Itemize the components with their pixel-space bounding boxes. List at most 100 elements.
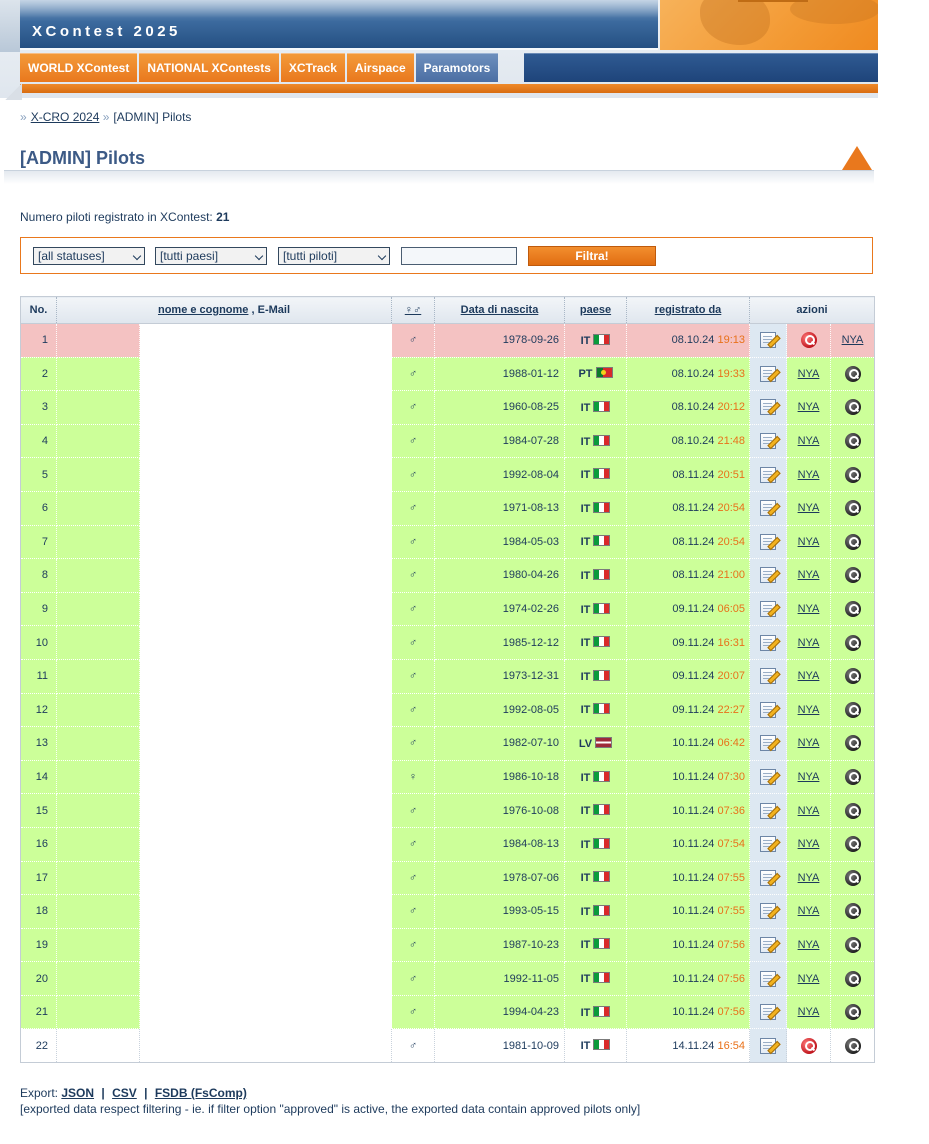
export-json-link[interactable]: JSON (61, 1086, 94, 1100)
action-cell: NYA (786, 928, 831, 963)
country-select[interactable]: [tutti paesi] (155, 247, 267, 265)
nya-link[interactable]: NYA (798, 838, 820, 850)
edit-icon[interactable] (760, 769, 776, 786)
magnifier-icon[interactable] (844, 936, 861, 953)
site-title[interactable]: XContest 2025 (32, 23, 181, 40)
birth-date: 1974-02-26 (434, 592, 565, 627)
status-select[interactable]: [all statuses] (33, 247, 145, 265)
magnifier-icon[interactable] (844, 970, 861, 987)
magnifier-icon[interactable] (844, 365, 861, 382)
magnifier-icon[interactable] (844, 802, 861, 819)
filter-text-input[interactable] (401, 247, 517, 265)
nya-link[interactable]: NYA (798, 939, 820, 951)
edit-icon[interactable] (760, 567, 776, 584)
nya-link[interactable]: NYA (798, 536, 820, 548)
magnifier-icon[interactable] (844, 735, 861, 752)
nya-link[interactable]: NYA (798, 469, 820, 481)
magnifier-icon[interactable] (844, 567, 861, 584)
registered-at: 08.11.24 20:51 (626, 457, 750, 492)
country-code: IT (580, 805, 591, 818)
edit-icon[interactable] (760, 869, 776, 886)
edit-icon[interactable] (760, 970, 776, 987)
magnifier-icon[interactable] (844, 533, 861, 550)
flag-icon (593, 703, 611, 715)
export-fsdb-link[interactable]: FSDB (FsComp) (155, 1086, 247, 1100)
magnifier-icon[interactable] (844, 466, 861, 483)
edit-icon[interactable] (760, 533, 776, 550)
edit-icon[interactable] (760, 802, 776, 819)
sort-by-sex-link[interactable]: ♀♂ (405, 304, 422, 316)
action-cell (830, 558, 876, 593)
magnifier-icon[interactable] (844, 601, 861, 618)
red-magnifier-icon[interactable] (800, 332, 817, 349)
edit-cell (749, 357, 787, 392)
magnifier-icon[interactable] (844, 500, 861, 517)
edit-icon[interactable] (760, 466, 776, 483)
magnifier-icon[interactable] (844, 399, 861, 416)
nav-tab-national-xcontests[interactable]: NATIONAL XContests (139, 53, 279, 82)
nya-link[interactable]: NYA (798, 973, 820, 985)
edit-icon[interactable] (760, 500, 776, 517)
sort-by-name-link[interactable]: nome e cognome (158, 304, 248, 316)
pilots-select[interactable]: [tutti piloti] (278, 247, 390, 265)
nya-link[interactable]: NYA (798, 368, 820, 380)
magnifier-icon[interactable] (844, 433, 861, 450)
nav-tab-airspace[interactable]: Airspace (346, 53, 414, 82)
edit-icon[interactable] (760, 399, 776, 416)
edit-icon[interactable] (760, 365, 776, 382)
edit-icon[interactable] (760, 332, 776, 349)
nya-link[interactable]: NYA (798, 805, 820, 817)
nya-link[interactable]: NYA (798, 670, 820, 682)
sort-by-birth-link[interactable]: Data di nascita (461, 304, 539, 316)
edit-icon[interactable] (760, 601, 776, 618)
edit-icon[interactable] (760, 668, 776, 685)
nya-link[interactable]: NYA (798, 905, 820, 917)
nya-link[interactable]: NYA (798, 737, 820, 749)
magnifier-icon[interactable] (844, 1004, 861, 1021)
sort-by-country-link[interactable]: paese (580, 304, 611, 316)
breadcrumb-link-x-cro-2024[interactable]: X-CRO 2024 (31, 110, 100, 124)
nya-link[interactable]: NYA (798, 1006, 820, 1018)
nya-link[interactable]: NYA (842, 334, 864, 346)
header-banner[interactable]: XContest 2025 (20, 0, 658, 50)
edit-icon[interactable] (760, 1037, 776, 1054)
sex-symbol: ♂ (391, 894, 435, 929)
magnifier-icon[interactable] (844, 1037, 861, 1054)
birth-date: 1987-10-23 (434, 928, 565, 963)
nya-link[interactable]: NYA (798, 603, 820, 615)
magnifier-icon[interactable] (844, 869, 861, 886)
red-magnifier-icon[interactable] (800, 1037, 817, 1054)
row-number: 19 (20, 928, 57, 963)
edit-icon[interactable] (760, 701, 776, 718)
magnifier-icon[interactable] (844, 668, 861, 685)
country-cell: IT (564, 861, 627, 896)
nav-tab-world-xcontest[interactable]: WORLD XContest (20, 53, 138, 82)
edit-icon[interactable] (760, 634, 776, 651)
filter-button[interactable]: Filtra! (528, 246, 656, 266)
nya-link[interactable]: NYA (798, 435, 820, 447)
magnifier-icon[interactable] (844, 634, 861, 651)
magnifier-icon[interactable] (844, 769, 861, 786)
edit-icon[interactable] (760, 735, 776, 752)
edit-icon[interactable] (760, 836, 776, 853)
sort-by-registered-link[interactable]: registrato da (655, 304, 722, 316)
nya-link[interactable]: NYA (798, 637, 820, 649)
country-code: IT (580, 502, 591, 515)
magnifier-icon[interactable] (844, 701, 861, 718)
nya-link[interactable]: NYA (798, 704, 820, 716)
edit-icon[interactable] (760, 1004, 776, 1021)
nav-tab-xctrack[interactable]: XCTrack (280, 53, 345, 82)
export-csv-link[interactable]: CSV (112, 1086, 137, 1100)
nya-link[interactable]: NYA (798, 569, 820, 581)
nya-link[interactable]: NYA (798, 401, 820, 413)
nya-link[interactable]: NYA (798, 872, 820, 884)
nav-tab-paramotors[interactable]: Paramotors (415, 53, 499, 82)
edit-icon[interactable] (760, 433, 776, 450)
edit-icon[interactable] (760, 936, 776, 953)
nya-link[interactable]: NYA (798, 502, 820, 514)
table-row: 5 ♂ 1992-08-04 IT 08.11.24 20:51 NYA (20, 457, 876, 492)
magnifier-icon[interactable] (844, 903, 861, 920)
magnifier-icon[interactable] (844, 836, 861, 853)
nya-link[interactable]: NYA (798, 771, 820, 783)
edit-icon[interactable] (760, 903, 776, 920)
